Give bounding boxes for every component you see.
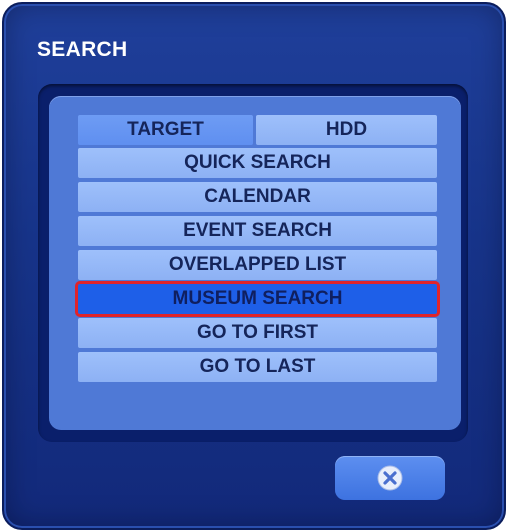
menu-item-museum-search[interactable]: MUSEUM SEARCH bbox=[75, 281, 440, 317]
close-icon bbox=[377, 465, 403, 491]
menu-item-overlapped-list[interactable]: OVERLAPPED LIST bbox=[78, 250, 437, 280]
target-label: TARGET bbox=[78, 115, 253, 145]
close-button[interactable] bbox=[335, 456, 445, 500]
menu-item-quick-search[interactable]: QUICK SEARCH bbox=[78, 148, 437, 178]
menu-item-calendar[interactable]: CALENDAR bbox=[78, 182, 437, 212]
menu-item-go-to-last[interactable]: GO TO LAST bbox=[78, 352, 437, 382]
menu-item-event-search[interactable]: EVENT SEARCH bbox=[78, 216, 437, 246]
target-select[interactable]: HDD bbox=[256, 115, 437, 145]
menu-item-go-to-first[interactable]: GO TO FIRST bbox=[78, 318, 437, 348]
target-row: TARGET HDD bbox=[78, 115, 437, 145]
dialog-title: SEARCH bbox=[37, 38, 128, 61]
